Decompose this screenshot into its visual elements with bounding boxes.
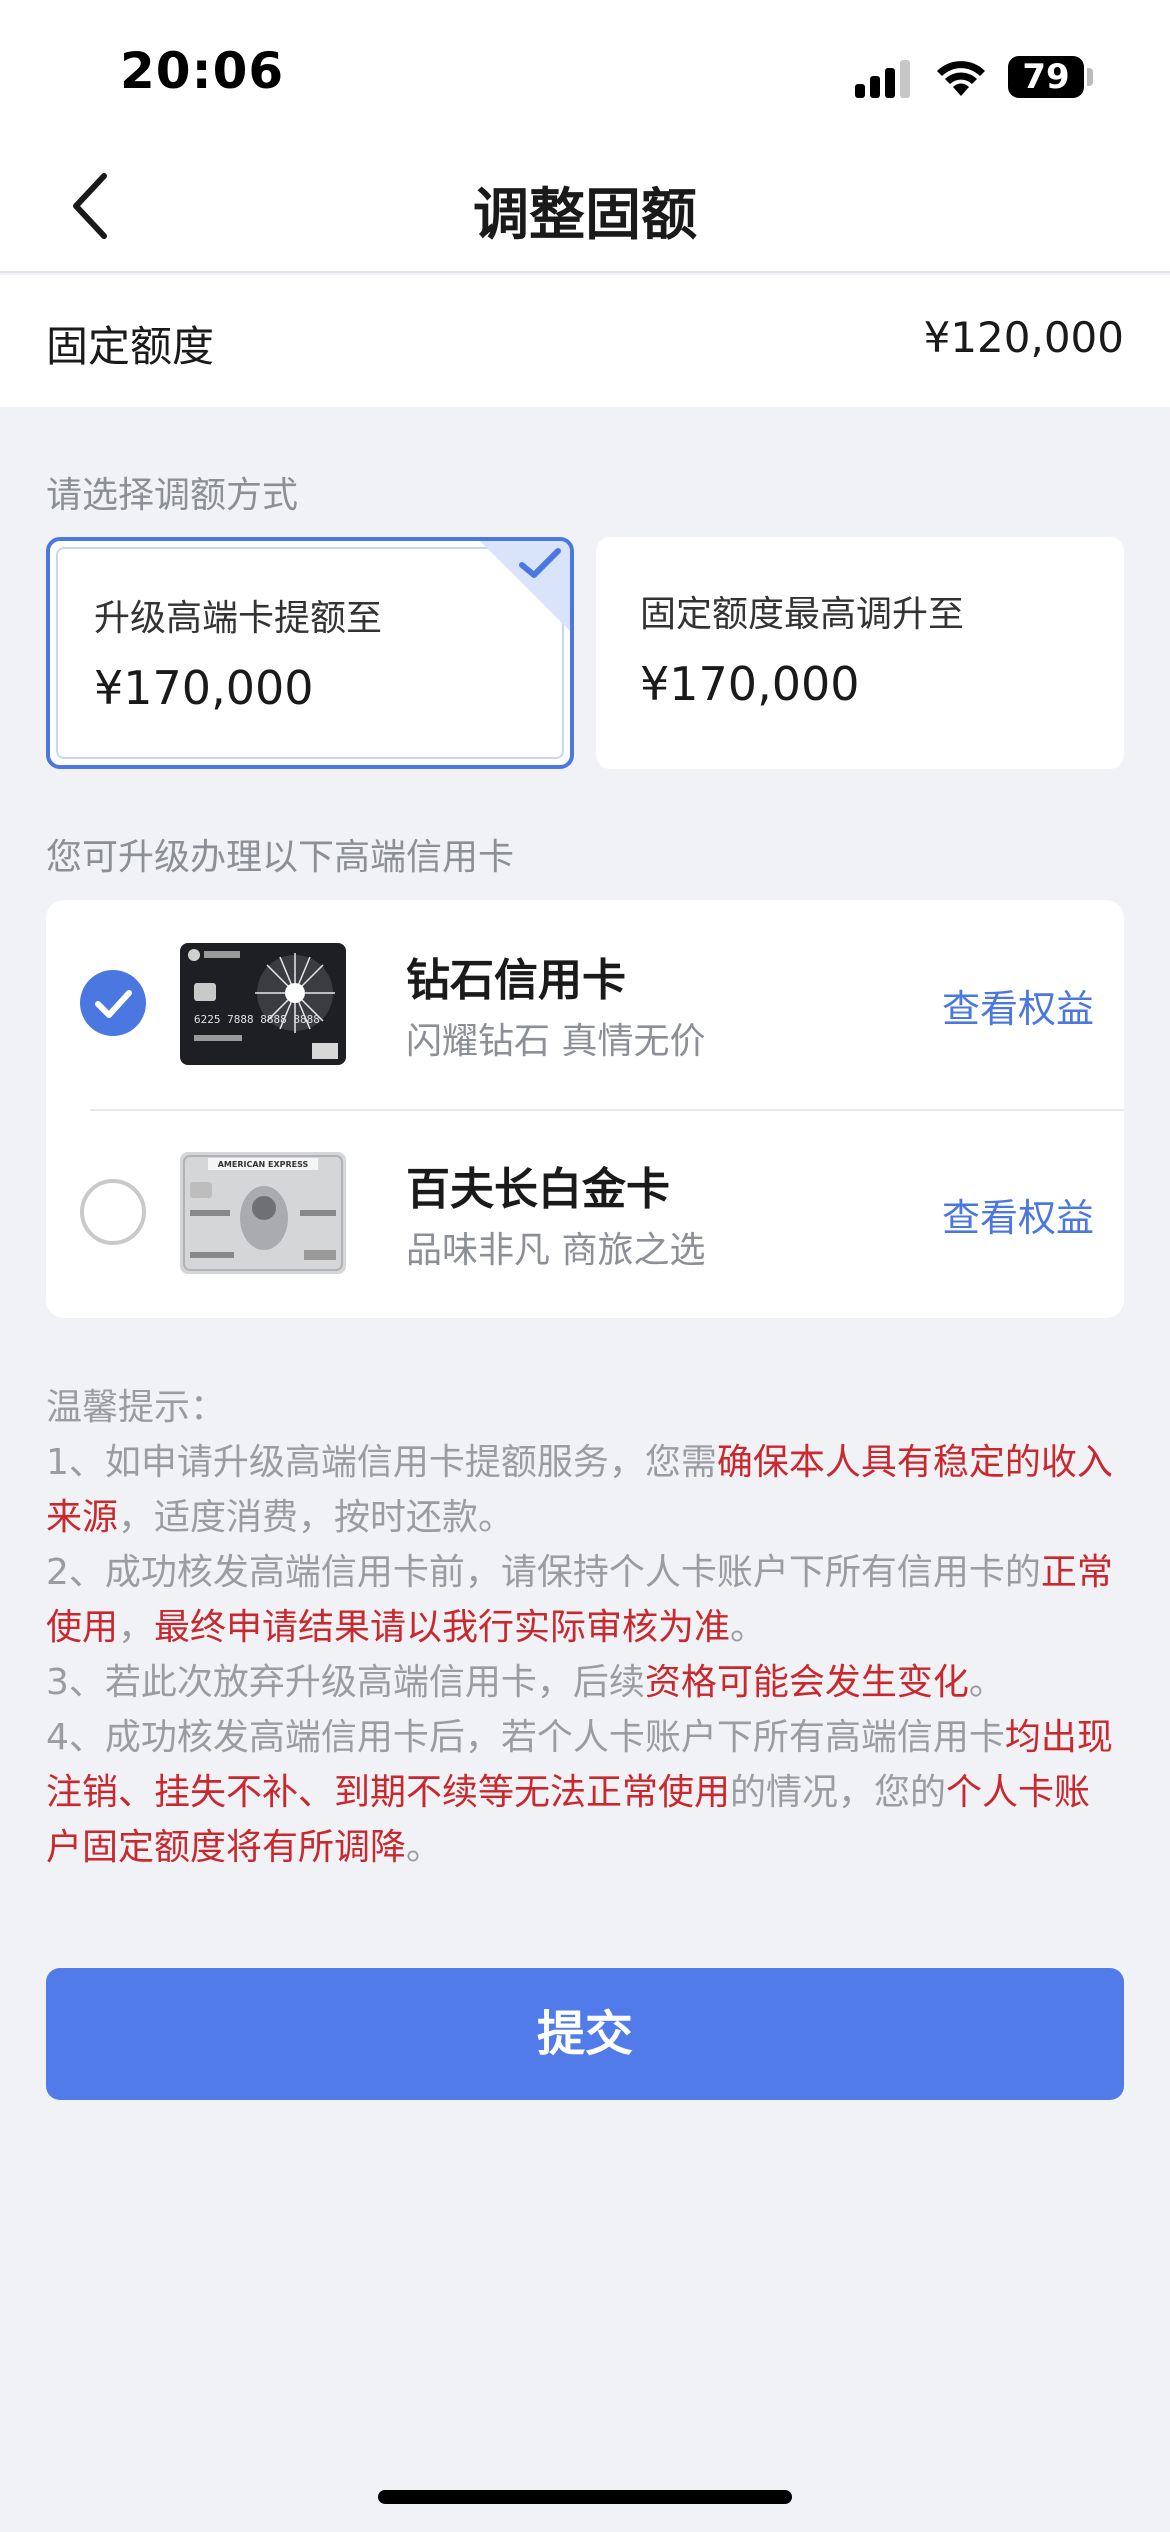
cards-section-label: 您可升级办理以下高端信用卡 bbox=[46, 837, 515, 878]
card-slogan: 品味非凡 商旅之选 bbox=[406, 1230, 706, 1271]
card-item-centurion[interactable]: AMERICAN EXPRESS 百夫长白金卡 品味非凡 商旅之选 查看权益 bbox=[46, 1109, 1124, 1318]
tips-section: 温馨提示： 1、如申请升级高端信用卡提额服务，您需确保本人具有稳定的收入来源，适… bbox=[46, 1380, 1126, 1875]
tip-item-2: 2、成功核发高端信用卡前，请保持个人卡账户下所有信用卡的正常使用，最终申请结果请… bbox=[46, 1552, 1113, 1648]
diamond-card-image: 6225 7888 8888 8888 bbox=[180, 943, 346, 1065]
status-time: 20:06 bbox=[120, 42, 285, 100]
svg-text:AMERICAN EXPRESS: AMERICAN EXPRESS bbox=[218, 1160, 309, 1169]
svg-text:6225 7888 8888 8888: 6225 7888 8888 8888 bbox=[194, 1013, 320, 1026]
option-title: 升级高端卡提额至 bbox=[94, 598, 383, 639]
wifi-icon bbox=[937, 61, 985, 96]
option-fixed-raise[interactable]: 固定额度最高调升至 ¥170,000 bbox=[596, 537, 1124, 769]
option-amount: ¥170,000 bbox=[640, 657, 860, 711]
option-amount: ¥170,000 bbox=[94, 661, 314, 715]
submit-button[interactable]: 提交 bbox=[46, 1968, 1124, 2100]
card-name: 百夫长白金卡 bbox=[406, 1164, 670, 1215]
tip-item-3: 3、若此次放弃升级高端信用卡，后续资格可能会发生变化。 bbox=[46, 1662, 1005, 1703]
status-bar: 20:06 79 bbox=[0, 0, 1170, 140]
nav-bar: 调整固额 bbox=[0, 140, 1170, 273]
battery-icon: 79 bbox=[1008, 56, 1084, 98]
card-item-diamond[interactable]: 6225 7888 8888 8888 钻石信用卡 闪耀钻石 真情无价 查看权益 bbox=[46, 900, 1124, 1109]
radio-checked-icon[interactable] bbox=[80, 970, 146, 1036]
method-section-label: 请选择调额方式 bbox=[46, 475, 299, 516]
tip-item-1: 1、如申请升级高端信用卡提额服务，您需确保本人具有稳定的收入来源，适度消费，按时… bbox=[46, 1442, 1113, 1538]
cellular-signal-icon bbox=[855, 60, 910, 98]
option-title: 固定额度最高调升至 bbox=[640, 594, 965, 635]
checkmark-icon bbox=[519, 548, 561, 578]
page-title: 调整固额 bbox=[473, 183, 697, 248]
battery-cap bbox=[1087, 68, 1093, 86]
option-upgrade-card[interactable]: 升级高端卡提额至 ¥170,000 bbox=[46, 537, 574, 769]
fixed-quota-value: ¥120,000 bbox=[923, 313, 1124, 362]
premium-card-list: 6225 7888 8888 8888 钻石信用卡 闪耀钻石 真情无价 查看权益… bbox=[46, 900, 1124, 1318]
view-benefits-link[interactable]: 查看权益 bbox=[942, 978, 1094, 1033]
card-name: 钻石信用卡 bbox=[406, 955, 626, 1006]
fixed-quota-row: 固定额度 ¥120,000 bbox=[0, 275, 1170, 407]
card-slogan: 闪耀钻石 真情无价 bbox=[406, 1021, 706, 1062]
amex-card-image: AMERICAN EXPRESS bbox=[180, 1152, 346, 1274]
radio-unchecked-icon[interactable] bbox=[80, 1179, 146, 1245]
view-benefits-link[interactable]: 查看权益 bbox=[942, 1187, 1094, 1242]
fixed-quota-label: 固定额度 bbox=[46, 322, 215, 371]
home-indicator bbox=[378, 2490, 792, 2504]
tips-heading: 温馨提示： bbox=[46, 1387, 227, 1428]
tip-item-4: 4、成功核发高端信用卡后，若个人卡账户下所有高端信用卡均出现注销、挂失不补、到期… bbox=[46, 1717, 1113, 1868]
